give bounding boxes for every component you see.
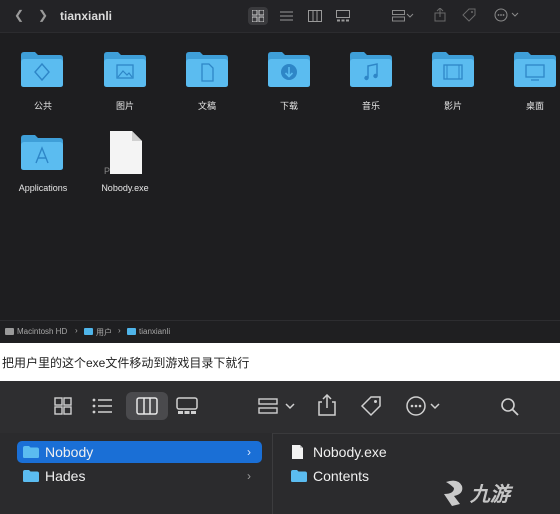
- column-1: Nobody › Hades ›: [0, 433, 273, 514]
- path-separator: ›: [75, 326, 78, 335]
- share-icon[interactable]: [318, 394, 336, 416]
- gallery-icon[interactable]: [336, 10, 350, 22]
- shared-folder-icon: [21, 52, 63, 87]
- folder-icon: [23, 470, 39, 482]
- folder-label: 图片: [115, 101, 134, 111]
- list-item-label: Nobody: [45, 444, 94, 460]
- disk-icon: [5, 328, 14, 335]
- forward-icon[interactable]: ❯: [38, 8, 48, 22]
- applications-folder-icon: [21, 135, 63, 170]
- folder-applications[interactable]: [20, 133, 64, 176]
- list-item-nobody-exe[interactable]: Nobody.exe: [288, 441, 488, 463]
- more-actions-icon[interactable]: [406, 396, 442, 416]
- gallery-icon[interactable]: [176, 397, 198, 415]
- file-label: Nobody.exe: [101, 183, 149, 193]
- folder-icon: [23, 446, 39, 458]
- folder-label: Applications: [18, 183, 68, 193]
- share-icon[interactable]: [434, 8, 446, 22]
- folder-pictures[interactable]: [103, 50, 147, 93]
- desktop-folder-icon: [514, 52, 556, 87]
- downloads-folder-icon: [268, 52, 310, 87]
- folder-label: 桌面: [525, 101, 544, 111]
- tag-icon[interactable]: [360, 395, 382, 417]
- exe-file-icon: P: [104, 131, 142, 176]
- search-icon[interactable]: [500, 397, 520, 417]
- window-title: tianxianli: [60, 9, 113, 23]
- path-disk[interactable]: Macintosh HD: [17, 327, 67, 336]
- movies-folder-icon: [432, 52, 474, 87]
- folder-icon: [84, 328, 93, 335]
- list-item-label: Contents: [313, 468, 370, 484]
- grid-icon[interactable]: [54, 397, 72, 415]
- caption-text: 把用户里的这个exe文件移动到游戏目录下就行: [2, 356, 250, 370]
- finder-toolbar: [0, 381, 560, 434]
- music-folder-icon: [350, 52, 392, 87]
- list-item-label: Nobody.exe: [313, 444, 387, 460]
- path-bar: Macintosh HD › 用户 › tianxianli: [0, 320, 560, 343]
- path-separator: ›: [118, 326, 121, 335]
- folder-public[interactable]: [20, 50, 64, 93]
- folder-icon: [291, 470, 307, 482]
- folder-desktop[interactable]: [513, 50, 557, 93]
- path-home[interactable]: tianxianli: [139, 327, 170, 336]
- list-item-label: Hades: [45, 468, 86, 484]
- documents-folder-icon: [186, 52, 228, 87]
- group-by-icon[interactable]: [258, 398, 298, 414]
- file-nobody-exe[interactable]: P: [104, 130, 144, 181]
- watermark-logo-icon: [444, 480, 463, 506]
- folder-documents[interactable]: [185, 50, 229, 93]
- list-item-hades[interactable]: Hades ›: [17, 465, 262, 487]
- finder-toolbar: ❮ ❯ tianxianli: [0, 0, 560, 33]
- columns-icon: [136, 397, 158, 415]
- chevron-right-icon: ›: [247, 469, 251, 483]
- group-by-icon[interactable]: [392, 10, 414, 22]
- svg-text:P: P: [104, 166, 110, 176]
- pictures-folder-icon: [104, 52, 146, 87]
- watermark-text: 九游: [470, 484, 510, 506]
- folder-label: 下载: [279, 101, 298, 111]
- columns-icon[interactable]: [308, 10, 322, 22]
- home-folder-icon: [127, 328, 136, 335]
- list-item-nobody[interactable]: Nobody ›: [17, 441, 262, 463]
- exe-file-icon: [292, 445, 303, 459]
- folder-movies[interactable]: [431, 50, 475, 93]
- chevron-right-icon: ›: [247, 445, 251, 459]
- list-icon[interactable]: [92, 398, 112, 414]
- tag-icon[interactable]: [462, 8, 476, 22]
- folder-label: 文稿: [197, 101, 216, 111]
- folder-music[interactable]: [349, 50, 393, 93]
- list-icon[interactable]: [280, 10, 293, 22]
- folder-label: 影片: [443, 101, 462, 111]
- folder-downloads[interactable]: [267, 50, 311, 93]
- folder-label: 音乐: [361, 101, 380, 111]
- grid-icon: [252, 10, 264, 22]
- more-actions-icon[interactable]: [494, 8, 520, 22]
- back-icon[interactable]: ❮: [14, 8, 24, 22]
- path-users[interactable]: 用户: [96, 327, 112, 338]
- folder-label: 公共: [33, 101, 52, 111]
